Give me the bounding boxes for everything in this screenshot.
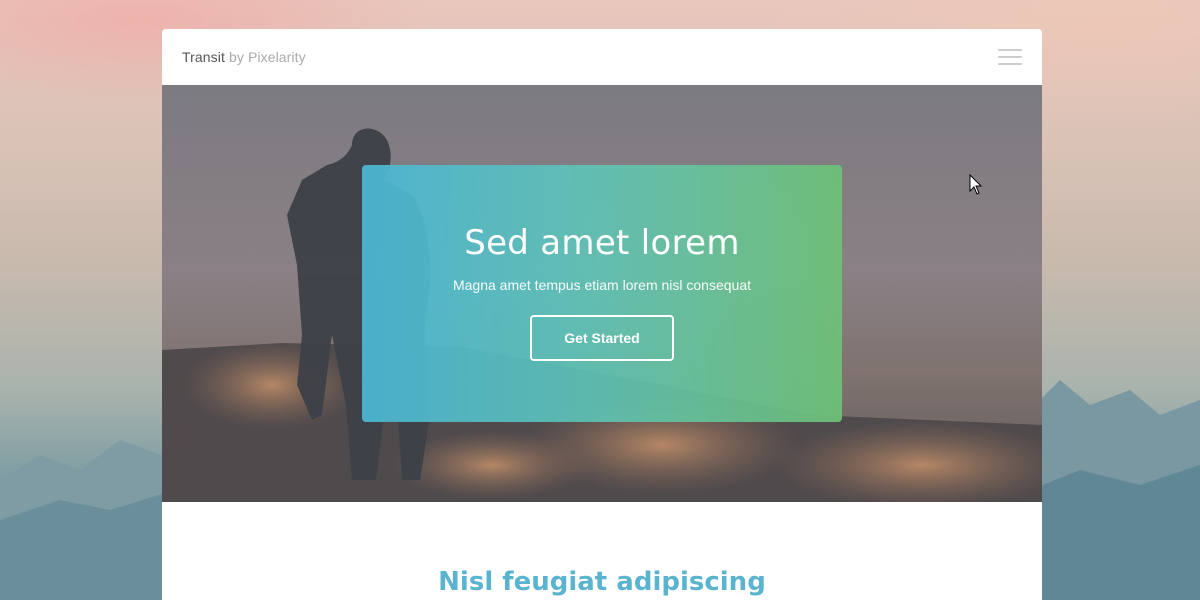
background-mountains-right (1030, 380, 1200, 600)
brand-name: Transit (182, 49, 225, 65)
hero-banner: Sed amet lorem Magna amet tempus etiam l… (162, 85, 1042, 502)
page-card: Transit by Pixelarity Sed amet lorem Mag… (162, 29, 1042, 600)
get-started-button[interactable]: Get Started (530, 315, 674, 361)
mouse-cursor-icon (969, 174, 983, 195)
background-mountains-left (0, 440, 175, 600)
hero-callout: Sed amet lorem Magna amet tempus etiam l… (362, 165, 842, 422)
hamburger-menu-icon[interactable] (998, 49, 1022, 65)
brand-logo[interactable]: Transit by Pixelarity (182, 49, 306, 65)
hero-title: Sed amet lorem (464, 223, 740, 263)
navbar: Transit by Pixelarity (162, 29, 1042, 85)
hero-subtitle: Magna amet tempus etiam lorem nisl conse… (452, 277, 752, 293)
brand-byline: by Pixelarity (228, 49, 306, 65)
section-title: Nisl feugiat adipiscing (438, 567, 766, 597)
